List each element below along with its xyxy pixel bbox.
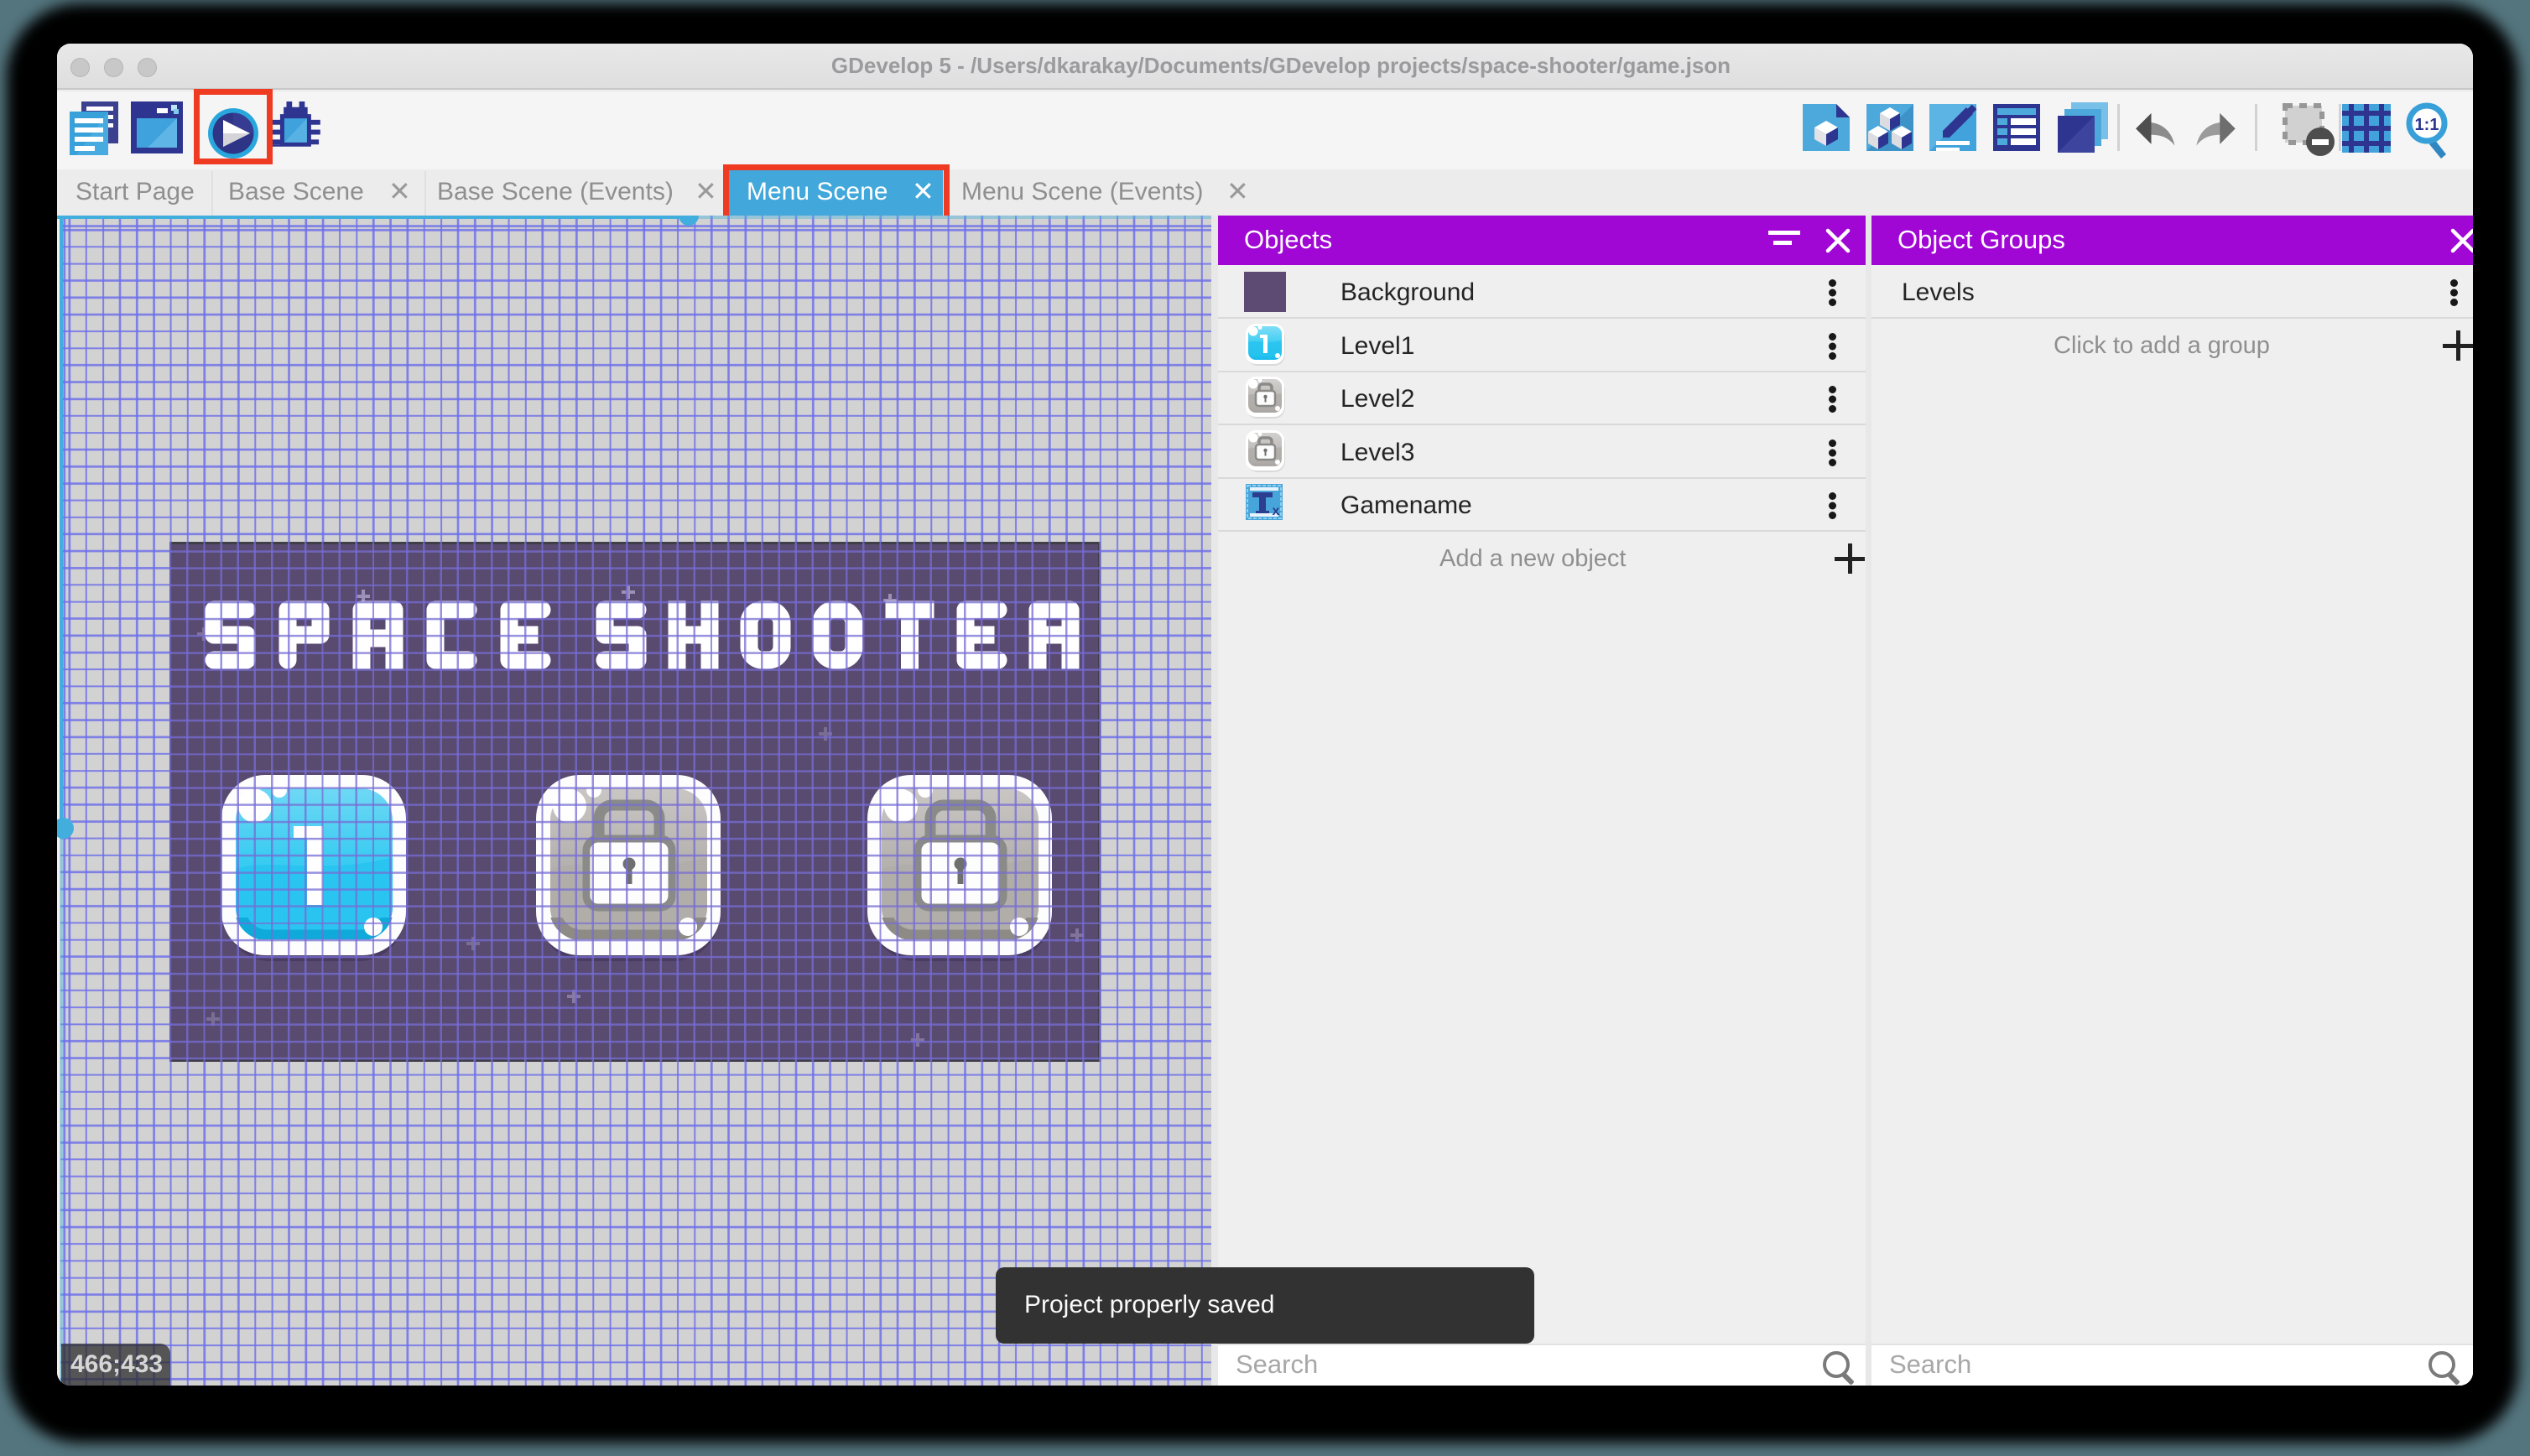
svg-text:x: x: [1273, 504, 1280, 518]
svg-text:1:1: 1:1: [2415, 116, 2439, 134]
